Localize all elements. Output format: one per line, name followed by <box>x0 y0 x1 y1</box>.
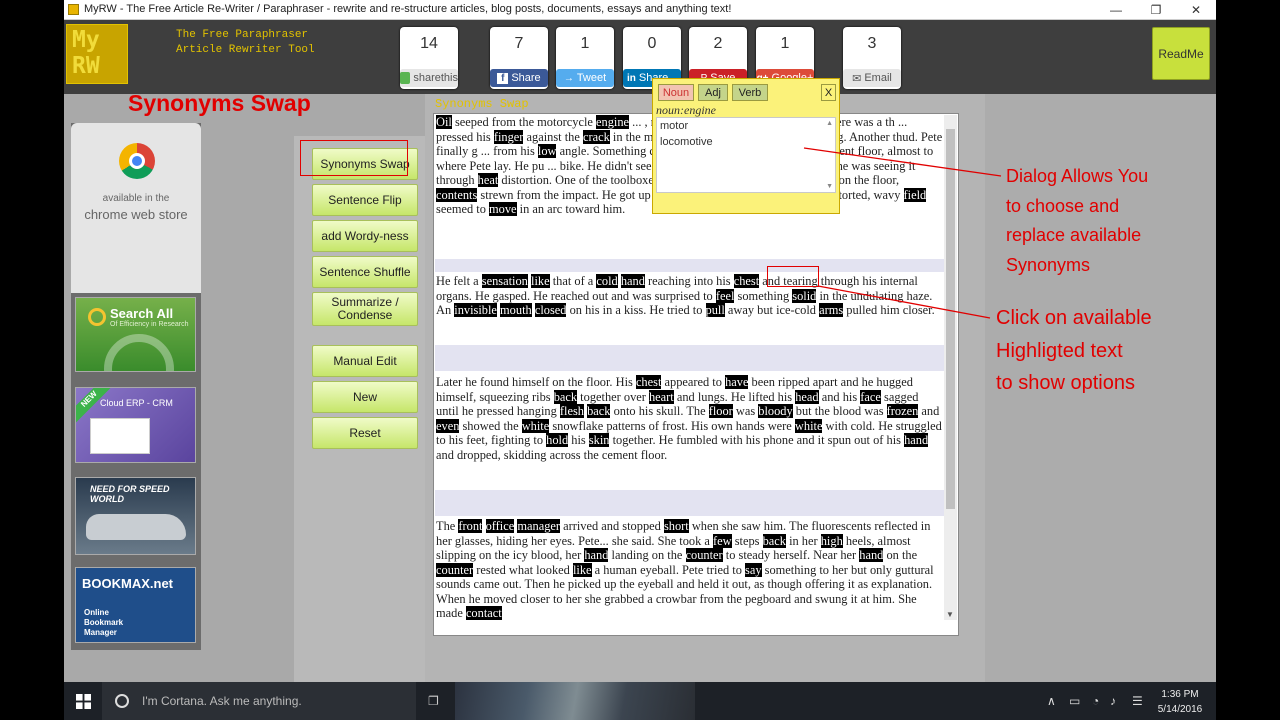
cortana-placeholder: I'm Cortana. Ask me anything. <box>142 694 302 708</box>
clock-date: 5/14/2016 <box>1157 704 1203 715</box>
annotation-click: Click on available Highligted text to sh… <box>996 302 1152 400</box>
system-clock[interactable]: 1:36 PM 5/14/2016 <box>1150 687 1210 717</box>
note-line: Highligted text <box>996 339 1123 362</box>
cortana-icon <box>115 694 129 708</box>
note-line: Synonyms <box>1006 254 1091 275</box>
note-line: to choose and <box>1006 195 1120 216</box>
volume-icon[interactable]: ♪ <box>1110 694 1116 708</box>
windows-start-icon[interactable] <box>76 694 91 709</box>
cortana-search-box[interactable]: I'm Cortana. Ask me anything. <box>102 682 416 720</box>
notification-icon[interactable]: ☰ <box>1132 694 1143 708</box>
taskbar-app-thumbnail[interactable] <box>455 682 695 720</box>
note-line: replace available <box>1006 225 1142 245</box>
tray-chevron-icon[interactable]: ∧ <box>1047 694 1056 708</box>
note-line: to show options <box>996 372 1135 394</box>
note-line: Click on available <box>996 307 1152 329</box>
battery-icon[interactable]: ▭ <box>1069 694 1080 708</box>
clock-time: 1:36 PM <box>1161 689 1199 700</box>
annotation-dialog: Dialog Allows You to choose and replace … <box>1006 162 1148 280</box>
note-line: Dialog Allows You <box>1006 166 1149 186</box>
task-view-icon[interactable]: ❐ <box>428 694 439 708</box>
wifi-icon[interactable]: ◔ <box>1092 694 1099 708</box>
